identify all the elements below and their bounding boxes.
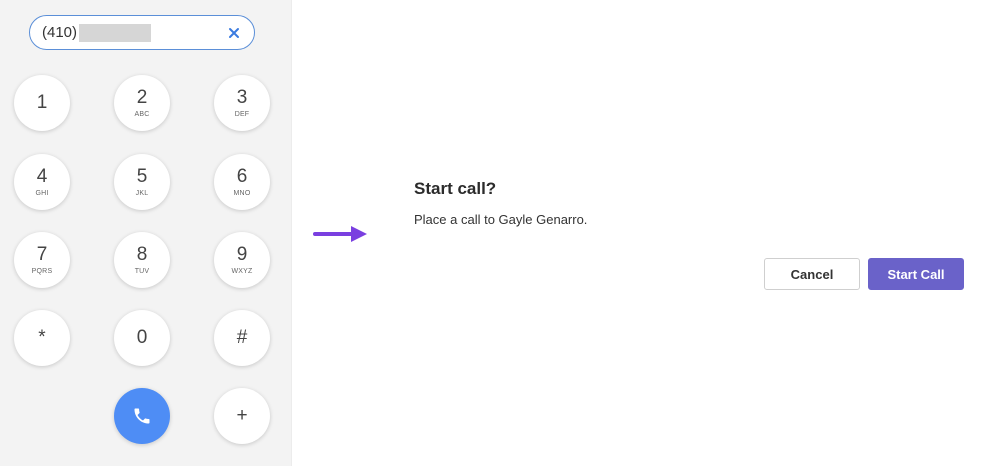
phone-icon — [132, 406, 152, 426]
start-call-button[interactable]: Start Call — [868, 258, 964, 290]
dial-key-5[interactable]: 5 JKL — [114, 154, 170, 210]
dial-key-hash[interactable]: # — [214, 310, 270, 366]
close-icon[interactable] — [226, 25, 242, 41]
screen: (410) 1 2 ABC 3 DEF 4 GHI 5 JKL 6 MNO 7 … — [0, 0, 985, 466]
call-button[interactable] — [114, 388, 170, 444]
dial-key-4[interactable]: 4 GHI — [14, 154, 70, 210]
dialpad-panel: (410) 1 2 ABC 3 DEF 4 GHI 5 JKL 6 MNO 7 … — [0, 0, 292, 466]
dial-key-star[interactable]: * — [14, 310, 70, 366]
dial-key-8[interactable]: 8 TUV — [114, 232, 170, 288]
phone-number-input[interactable]: (410) — [29, 15, 255, 50]
dial-key-9[interactable]: 9 WXYZ — [214, 232, 270, 288]
dial-key-1[interactable]: 1 — [14, 75, 70, 131]
phone-number-text: (410) — [42, 24, 78, 41]
dial-key-7[interactable]: 7 PQRS — [14, 232, 70, 288]
cancel-button[interactable]: Cancel — [764, 258, 860, 290]
plus-icon: + — [236, 405, 248, 426]
dialog-title: Start call? — [414, 179, 497, 198]
arrow-right-icon — [313, 224, 369, 244]
dial-key-0[interactable]: 0 — [114, 310, 170, 366]
redacted-number-block — [79, 23, 152, 42]
dialog-message: Place a call to Gayle Genarro. — [414, 212, 588, 227]
dial-key-3[interactable]: 3 DEF — [214, 75, 270, 131]
add-button[interactable]: + — [214, 388, 270, 444]
dial-key-2[interactable]: 2 ABC — [114, 75, 170, 131]
dial-key-6[interactable]: 6 MNO — [214, 154, 270, 210]
